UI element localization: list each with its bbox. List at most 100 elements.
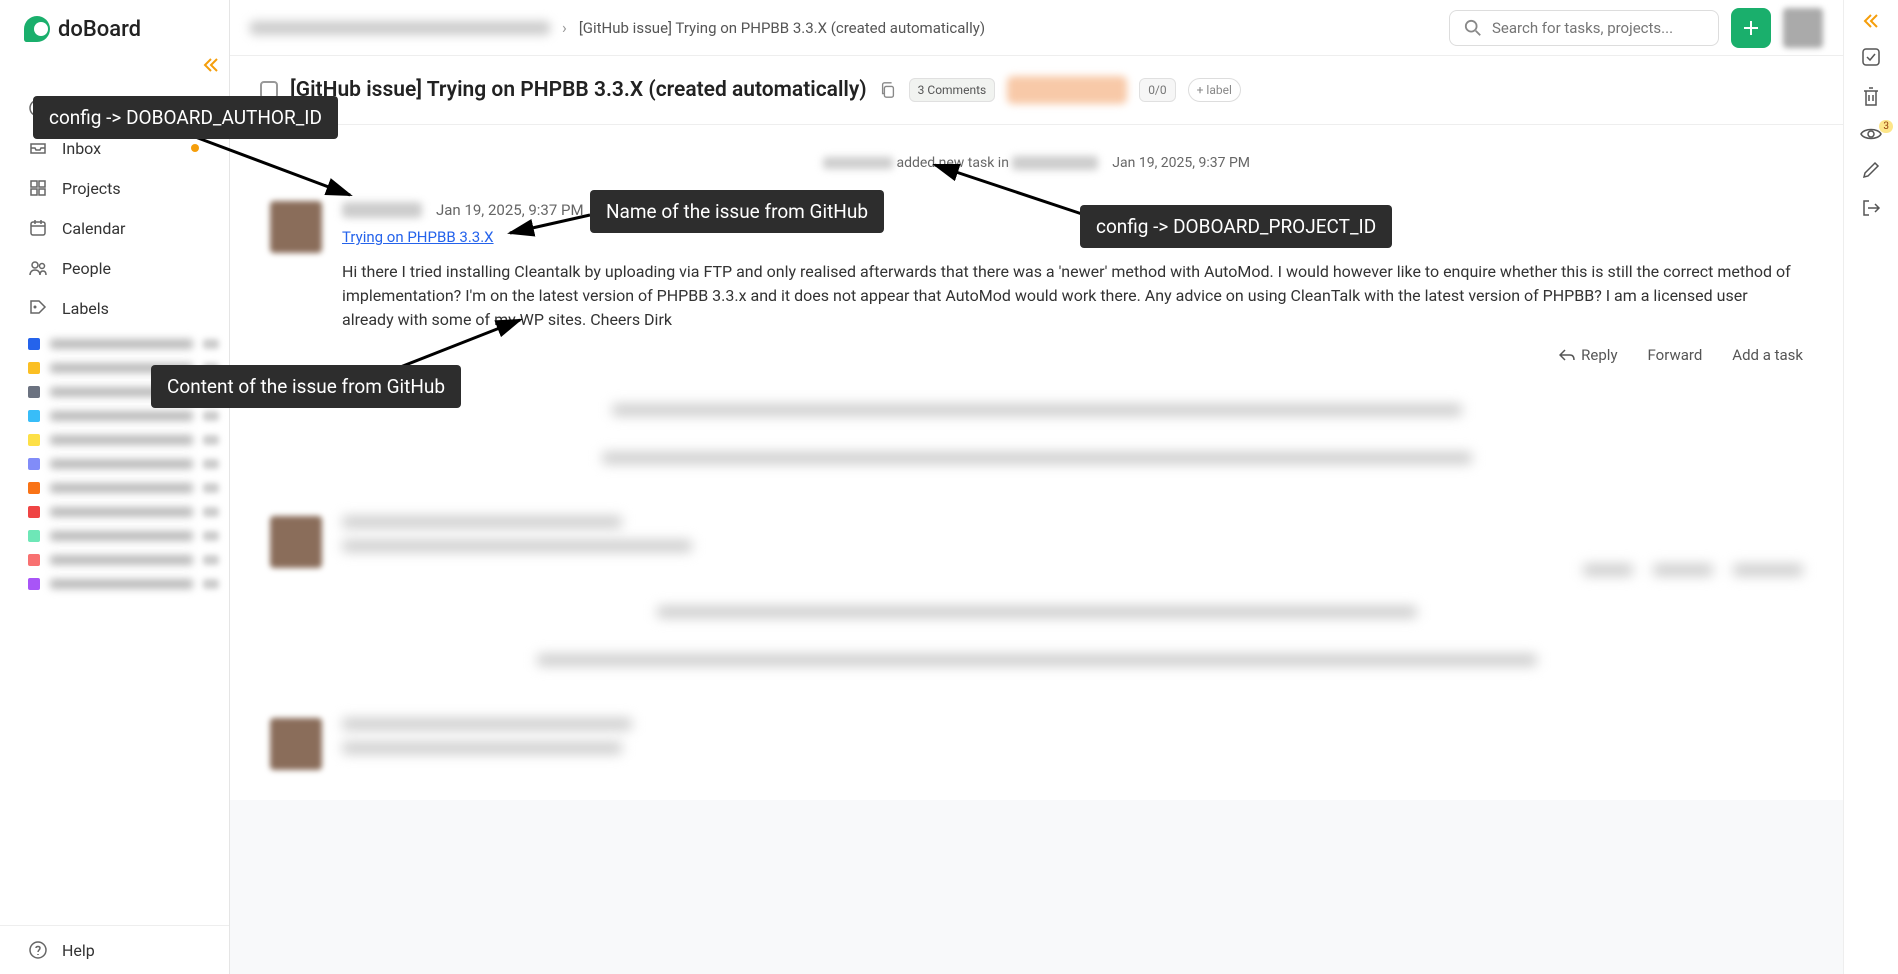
post-body: Hi there I tried installing Cleantalk by… xyxy=(342,260,1803,332)
watch-count: 3 xyxy=(1879,120,1893,133)
system-added-text: added new task in xyxy=(896,155,1012,171)
rail-collapse-icon[interactable] xyxy=(1863,14,1879,28)
breadcrumb-current: [GitHub issue] Trying on PHPBB 3.3.X (cr… xyxy=(579,19,985,37)
label-swatch-icon xyxy=(28,578,40,590)
label-swatch-icon xyxy=(28,506,40,518)
system-added-date: Jan 19, 2025, 9:37 PM xyxy=(1112,155,1250,171)
label-item[interactable] xyxy=(28,332,229,356)
blurred-content xyxy=(612,404,1462,416)
system-author-blur xyxy=(823,157,893,169)
github-issue-link[interactable]: Trying on PHPBB 3.3.X xyxy=(342,228,494,246)
label-item[interactable] xyxy=(28,476,229,500)
label-swatch-icon xyxy=(28,458,40,470)
progress-badge: 0/0 xyxy=(1139,78,1175,102)
label-item[interactable] xyxy=(28,452,229,476)
inbox-icon xyxy=(28,138,48,158)
label-item[interactable] xyxy=(28,524,229,548)
forward-button[interactable]: Forward xyxy=(1648,346,1703,364)
add-label-button[interactable]: + label xyxy=(1188,78,1241,102)
label-count-blur xyxy=(203,555,219,565)
blurred-comment xyxy=(270,718,1803,770)
label-name-blur xyxy=(50,531,193,541)
task-title: [GitHub issue] Trying on PHPBB 3.3.X (cr… xyxy=(290,78,867,102)
calendar-icon xyxy=(28,218,48,238)
label-swatch-icon xyxy=(28,434,40,446)
label-item[interactable] xyxy=(28,572,229,596)
comments-count-badge[interactable]: 3 Comments xyxy=(909,78,996,102)
search-box[interactable] xyxy=(1449,10,1719,46)
nav-projects-label: Projects xyxy=(62,179,121,198)
blurred-comment xyxy=(270,516,1803,576)
breadcrumb-parent[interactable] xyxy=(250,21,550,35)
label-count-blur xyxy=(203,435,219,445)
assignee-chip[interactable] xyxy=(1007,76,1127,104)
label-name-blur xyxy=(50,483,193,493)
label-item[interactable] xyxy=(28,548,229,572)
search-input[interactable] xyxy=(1492,19,1704,37)
label-swatch-icon xyxy=(28,482,40,494)
nav-labels-label: Labels xyxy=(62,299,109,318)
account-avatar[interactable] xyxy=(1783,8,1823,48)
watch-icon[interactable]: 3 xyxy=(1859,126,1883,142)
task-header: [GitHub issue] Trying on PHPBB 3.3.X (cr… xyxy=(230,56,1843,125)
task-post: Jan 19, 2025, 9:37 PM Trying on PHPBB 3.… xyxy=(270,201,1803,364)
nav-people[interactable]: People xyxy=(0,248,229,288)
nav-people-label: People xyxy=(62,259,111,278)
label-count-blur xyxy=(203,579,219,589)
logo[interactable]: doBoard xyxy=(0,0,229,58)
label-name-blur xyxy=(50,459,193,469)
callout-project: config -> DOBOARD_PROJECT_ID xyxy=(1080,205,1392,248)
nav-labels[interactable]: Labels xyxy=(0,288,229,328)
callout-content: Content of the issue from GitHub xyxy=(151,365,461,408)
logo-mark-icon xyxy=(24,16,50,42)
callout-author: config -> DOBOARD_AUTHOR_ID xyxy=(33,96,338,139)
reply-button[interactable]: Reply xyxy=(1559,346,1617,364)
post-actions: Reply Forward Add a task xyxy=(342,346,1803,364)
right-rail: 3 xyxy=(1843,0,1898,974)
nav-projects[interactable]: Projects xyxy=(0,168,229,208)
system-project-blur[interactable] xyxy=(1012,156,1098,170)
callout-issue-name: Name of the issue from GitHub xyxy=(590,190,884,233)
breadcrumb-sep-icon: › xyxy=(562,18,567,37)
label-count-blur xyxy=(203,411,219,421)
nav-help[interactable]: Help xyxy=(0,925,229,974)
sidebar-collapse-icon[interactable] xyxy=(203,58,219,72)
nav-inbox-label: Inbox xyxy=(62,139,101,158)
label-swatch-icon xyxy=(28,410,40,422)
label-count-blur xyxy=(203,531,219,541)
sidebar: doBoard Me Inbox Projects Calendar xyxy=(0,0,230,974)
nav-calendar[interactable]: Calendar xyxy=(0,208,229,248)
post-author-name[interactable] xyxy=(342,202,422,218)
add-task-button[interactable]: Add a task xyxy=(1732,346,1803,364)
people-icon xyxy=(28,258,48,278)
label-count-blur xyxy=(203,459,219,469)
label-count-blur xyxy=(203,507,219,517)
logo-text: doBoard xyxy=(58,17,141,42)
label-name-blur xyxy=(50,435,193,445)
label-swatch-icon xyxy=(28,362,40,374)
new-button[interactable] xyxy=(1731,8,1771,48)
label-name-blur xyxy=(50,411,193,421)
complete-task-icon[interactable] xyxy=(1860,46,1882,68)
copy-icon[interactable] xyxy=(879,81,897,99)
label-swatch-icon xyxy=(28,554,40,566)
label-name-blur xyxy=(50,579,193,589)
label-swatch-icon xyxy=(28,386,40,398)
label-name-blur xyxy=(50,339,193,349)
label-name-blur xyxy=(50,555,193,565)
delete-icon[interactable] xyxy=(1861,86,1881,108)
tag-icon xyxy=(28,298,48,318)
label-item[interactable] xyxy=(28,428,229,452)
post-author-avatar[interactable] xyxy=(270,201,322,253)
label-item[interactable] xyxy=(28,500,229,524)
label-name-blur xyxy=(50,507,193,517)
label-count-blur xyxy=(203,339,219,349)
system-added-line: added new task in Jan 19, 2025, 9:37 PM xyxy=(270,155,1803,171)
topbar: › [GitHub issue] Trying on PHPBB 3.3.X (… xyxy=(230,0,1843,56)
search-icon xyxy=(1464,19,1482,37)
post-date: Jan 19, 2025, 9:37 PM xyxy=(436,201,584,219)
help-icon xyxy=(28,940,48,960)
edit-icon[interactable] xyxy=(1861,160,1881,180)
exit-icon[interactable] xyxy=(1861,198,1881,218)
blurred-content xyxy=(537,654,1537,666)
